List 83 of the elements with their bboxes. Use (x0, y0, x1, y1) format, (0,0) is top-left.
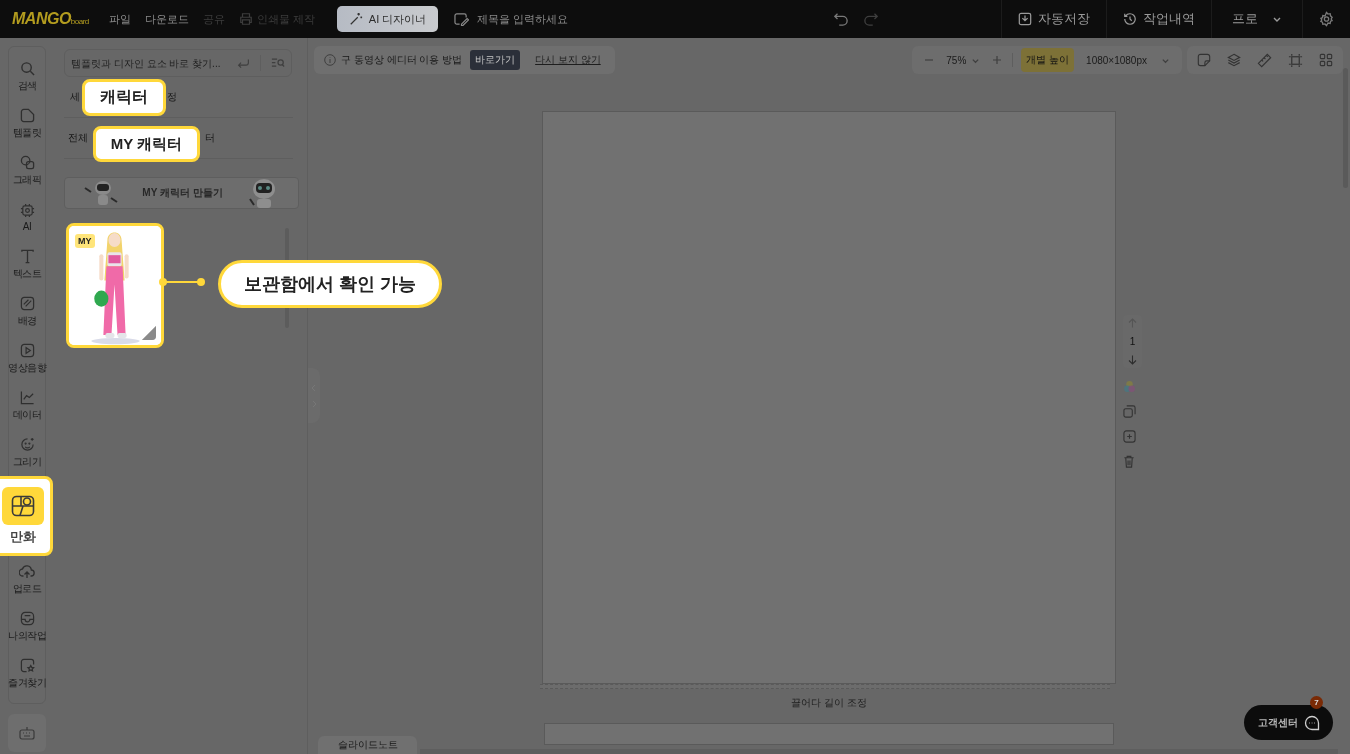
plan-dropdown[interactable]: 프로 (1211, 0, 1302, 38)
shapes-icon (19, 154, 35, 170)
layers-icon[interactable] (1227, 53, 1241, 67)
autosave-button[interactable]: 자동저장 (1001, 0, 1106, 38)
my-badge: MY (75, 234, 95, 248)
undo-icon[interactable] (834, 12, 849, 26)
sidebar-item[interactable]: 검색 (8, 53, 46, 100)
leader-line (159, 277, 205, 287)
logo[interactable]: MANGOboard (12, 10, 89, 28)
search-icon (19, 60, 35, 76)
page-number: 1 (1129, 336, 1136, 347)
color-circles-icon[interactable] (1123, 380, 1136, 393)
chip-icon (19, 203, 35, 218)
sidebar-item[interactable]: 데이터 (8, 382, 46, 429)
search-box[interactable]: 템플릿과 디자인 요소 바로 찾기... (64, 49, 292, 77)
printer-icon (238, 12, 253, 26)
notice-text: 구 동영상 에디터 이용 방법 (341, 53, 463, 67)
title-field[interactable]: 제목을 입력하세요 (454, 11, 569, 27)
chat-icon (1303, 714, 1320, 731)
sidebar-item[interactable]: 템플릿 (8, 100, 46, 147)
add-page-icon[interactable] (1123, 430, 1136, 443)
video-icon (19, 342, 35, 358)
search-field[interactable]: 템플릿과 디자인 요소 바로 찾기... (71, 57, 227, 69)
zoom-dropdown[interactable]: 75% (946, 54, 981, 66)
tutorial-callout: 보관함에서 확인 가능 (218, 260, 442, 308)
history-button[interactable]: 작업내역 (1106, 0, 1211, 38)
background-icon (19, 295, 35, 311)
magic-wand-icon (348, 12, 363, 26)
enter-icon[interactable] (237, 56, 250, 70)
sidebar-item[interactable]: 업로드 (8, 556, 46, 603)
upload-icon (19, 563, 35, 579)
copy-icon[interactable] (1123, 405, 1136, 418)
slide-notes-tab[interactable]: 슬라이드노트 (318, 736, 417, 754)
zoom-in-icon[interactable] (992, 55, 1003, 65)
redo-icon[interactable] (864, 12, 879, 26)
inbox-icon (19, 610, 35, 626)
keyboard-button[interactable] (8, 714, 46, 752)
sidebar-item[interactable]: 영상음향 (8, 335, 46, 382)
comic-icon (10, 494, 35, 517)
sidebar-item[interactable]: 나의작업 (8, 603, 46, 650)
star-icon (19, 657, 35, 673)
history-icon (1123, 12, 1137, 26)
frame-icon[interactable] (1288, 52, 1303, 68)
sidebar-item[interactable]: 그리기 (8, 429, 46, 476)
tutorial-callout: 캐릭터 (82, 79, 166, 116)
sidebar-item[interactable]: 만화 (0, 476, 53, 556)
sidebar-item[interactable]: AI (8, 194, 46, 241)
template-icon (19, 107, 35, 123)
menu-item[interactable]: 다운로드 (144, 11, 189, 27)
text-icon (19, 248, 35, 264)
download-icon (1018, 12, 1032, 26)
tab-label[interactable]: 정 (167, 90, 177, 104)
height-button[interactable]: 개별 높이 (1021, 48, 1075, 72)
chart-icon (19, 389, 35, 405)
resize-hint: 끌어다 길이 조정 (791, 696, 867, 710)
dismiss-link[interactable]: 다시 보지 않기 (535, 53, 601, 67)
ai-designer-button[interactable]: AI 디자이너 (336, 6, 439, 32)
menu-item[interactable]: 파일 (108, 11, 131, 27)
tab-label[interactable]: 전체 (68, 131, 87, 145)
search-list-icon[interactable] (271, 57, 285, 69)
tutorial-callout: MY 캐릭터 (93, 126, 200, 162)
trash-icon[interactable] (1123, 455, 1135, 468)
shortcut-button[interactable]: 바로가기 (470, 50, 521, 70)
create-character-banner[interactable]: MY 캐릭터 만들기 (64, 177, 299, 209)
sidebar-item[interactable]: 배경 (8, 288, 46, 335)
sidebar-item[interactable]: 그래픽 (8, 147, 46, 194)
page-curl-icon (142, 326, 156, 340)
ruler-icon[interactable] (1257, 52, 1272, 68)
grid-icon[interactable] (1319, 53, 1333, 67)
sidebar-item[interactable]: 즐겨찾기 (8, 650, 46, 697)
support-button[interactable]: 고객센터 (1244, 705, 1333, 740)
sticker-icon[interactable] (1197, 53, 1211, 67)
panel-collapse-handle[interactable] (308, 368, 320, 423)
tab-label[interactable]: 터 (205, 131, 215, 145)
size-dropdown[interactable]: 1080×1080px (1086, 54, 1170, 66)
info-icon (324, 54, 336, 66)
sidebar-item[interactable]: 텍스트 (8, 241, 46, 288)
keyboard-icon (19, 726, 35, 740)
character-card[interactable]: MY (66, 223, 164, 348)
down-arrow-icon[interactable] (1128, 355, 1137, 365)
smiley-icon (19, 436, 35, 452)
edit-icon (454, 12, 470, 26)
tab-label[interactable]: 세 (70, 90, 80, 104)
